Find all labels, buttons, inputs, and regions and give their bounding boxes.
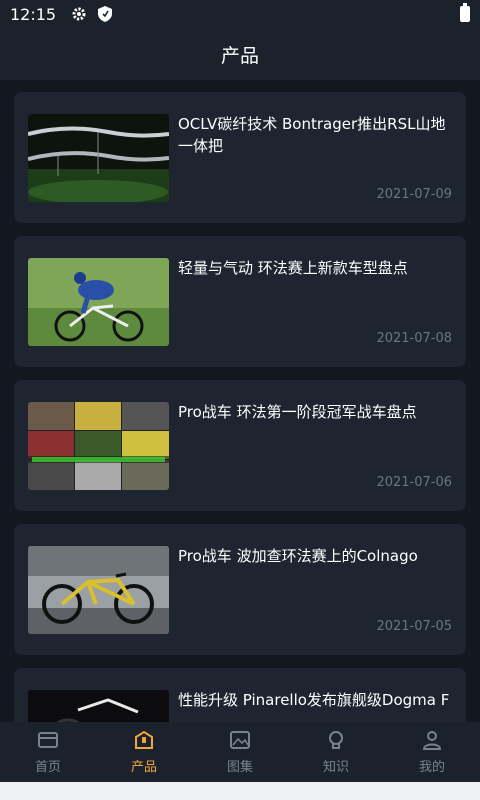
article-thumbnail bbox=[28, 690, 169, 722]
article-card[interactable]: OCLV碳纤技术 Bontrager推出RSL山地一体把 2021-07-09 bbox=[14, 92, 466, 223]
nav-product-label: 产品 bbox=[130, 760, 157, 775]
article-title: Pro战车 波加查环法赛上的Colnago bbox=[178, 547, 418, 565]
article-thumbnail bbox=[28, 546, 169, 634]
article-card[interactable]: Pro战车 波加查环法赛上的Colnago 2021-07-05 bbox=[14, 524, 466, 655]
article-thumbnail bbox=[28, 258, 169, 346]
app-header: 产品 bbox=[0, 28, 480, 80]
page-title: 产品 bbox=[220, 44, 259, 67]
article-card[interactable]: Pro战车 环法第一阶段冠军战车盘点 2021-07-06 bbox=[14, 380, 466, 511]
knowledge-icon bbox=[329, 731, 343, 749]
product-icon bbox=[135, 730, 153, 749]
article-list[interactable]: OCLV碳纤技术 Bontrager推出RSL山地一体把 2021-07-09 … bbox=[0, 80, 480, 722]
shield-icon bbox=[96, 5, 114, 23]
article-date: 2021-07-06 bbox=[376, 475, 452, 490]
article-card[interactable]: 轻量与气动 环法赛上新款车型盘点 2021-07-08 bbox=[14, 236, 466, 367]
home-icon bbox=[38, 732, 58, 748]
gear-icon bbox=[70, 5, 88, 23]
nav-product[interactable]: 产品 bbox=[96, 722, 192, 782]
article-thumbnail bbox=[28, 114, 169, 202]
nav-profile-label: 我的 bbox=[418, 760, 445, 775]
nav-knowledge-label: 知识 bbox=[322, 760, 349, 775]
article-card[interactable]: 性能升级 Pinarello发布旗舰级Dogma F bbox=[14, 668, 466, 722]
article-date: 2021-07-05 bbox=[376, 619, 452, 634]
nav-profile[interactable]: 我的 bbox=[384, 722, 480, 782]
status-time: 12:15 bbox=[10, 4, 57, 24]
article-title: OCLV碳纤技术 Bontrager推出RSL山地一体把 bbox=[178, 115, 446, 155]
nav-home[interactable]: 首页 bbox=[0, 722, 96, 782]
bottom-nav: 首页 产品 图集 知识 我的 bbox=[0, 722, 480, 782]
nav-gallery[interactable]: 图集 bbox=[192, 722, 288, 782]
nav-home-label: 首页 bbox=[34, 760, 61, 775]
gallery-icon bbox=[230, 731, 250, 749]
battery-icon bbox=[460, 3, 470, 22]
profile-icon bbox=[422, 731, 442, 750]
article-thumbnail bbox=[28, 402, 169, 490]
article-date: 2021-07-08 bbox=[376, 331, 452, 346]
status-bar: 12:15 bbox=[0, 0, 480, 28]
article-date: 2021-07-09 bbox=[376, 187, 452, 202]
nav-knowledge[interactable]: 知识 bbox=[288, 722, 384, 782]
system-navigation-bar bbox=[0, 782, 480, 800]
article-title: Pro战车 环法第一阶段冠军战车盘点 bbox=[178, 403, 417, 421]
article-title: 轻量与气动 环法赛上新款车型盘点 bbox=[178, 259, 408, 277]
article-title: 性能升级 Pinarello发布旗舰级Dogma F bbox=[178, 691, 450, 709]
nav-gallery-label: 图集 bbox=[226, 760, 253, 775]
